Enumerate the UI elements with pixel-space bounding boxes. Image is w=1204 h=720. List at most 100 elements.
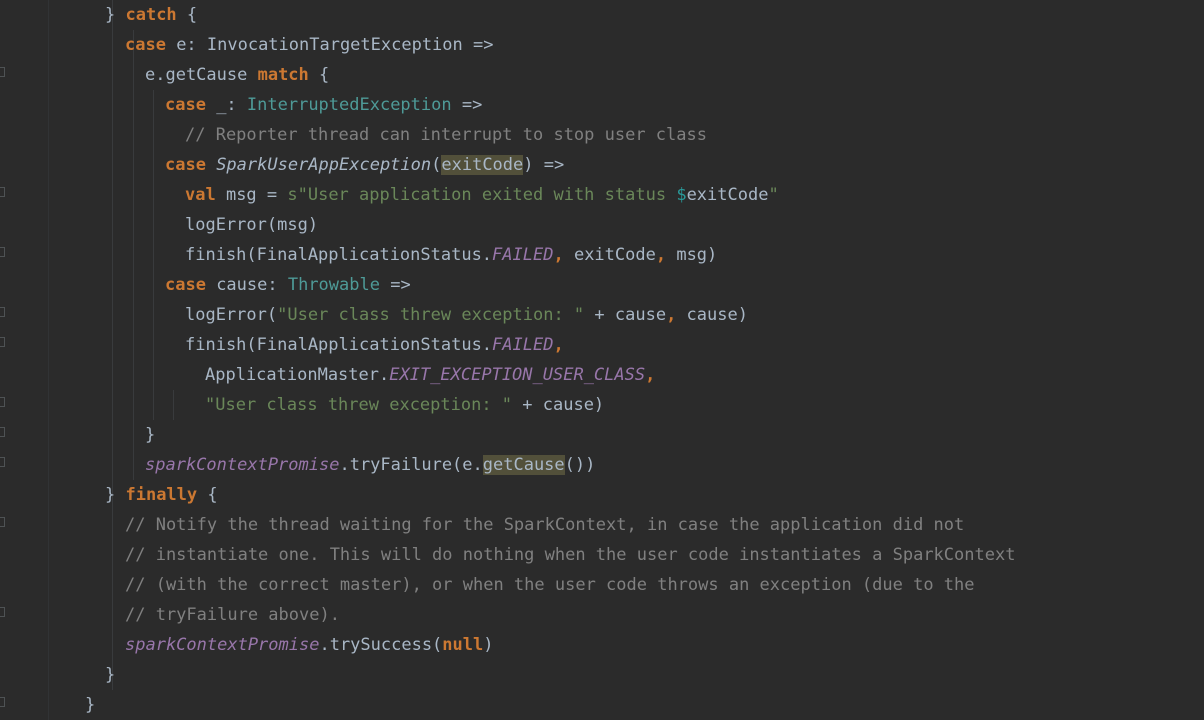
fold-marker-icon[interactable] (0, 697, 5, 707)
token-text: ApplicationMaster. (205, 365, 390, 385)
code-line[interactable]: } (145, 420, 155, 450)
editor-gutter[interactable] (0, 0, 49, 720)
token-text: ) (483, 635, 494, 655)
code-line[interactable]: // instantiate one. This will do nothing… (125, 540, 1015, 570)
fold-marker-icon[interactable] (0, 247, 5, 257)
code-line[interactable]: logError(msg) (185, 210, 318, 240)
code-line[interactable]: sparkContextPromise.tryFailure(e.getCaus… (145, 450, 595, 480)
token-string: "User class threw exception: " (205, 395, 513, 415)
fold-marker-icon[interactable] (0, 67, 5, 77)
fold-marker-icon[interactable] (0, 187, 5, 197)
code-line[interactable]: e.getCause match { (145, 60, 329, 90)
code-line[interactable]: ApplicationMaster.EXIT_EXCEPTION_USER_CL… (205, 360, 655, 390)
token-text: .trySuccess( (319, 635, 443, 655)
token-keyword: , (655, 245, 677, 265)
token-string: s"User application exited with status (287, 185, 677, 205)
token-keyword: finally (125, 485, 198, 505)
token-highlighted-usage: getCause (482, 455, 565, 475)
token-text: => (379, 275, 411, 295)
code-line[interactable]: sparkContextPromise.trySuccess(null) (125, 630, 494, 660)
code-line[interactable]: logError("User class threw exception: " … (185, 300, 748, 330)
fold-marker-icon[interactable] (0, 517, 5, 527)
code-line[interactable]: case _: InterruptedException => (165, 90, 482, 120)
token-keyword: val (185, 185, 226, 205)
token-keyword: catch (125, 5, 177, 25)
token-type-name: InterruptedException (246, 95, 452, 115)
token-text: e.getCause (145, 65, 258, 85)
token-keyword: null (442, 635, 484, 655)
token-field: FAILED (492, 245, 554, 265)
token-text: e: InvocationTargetException => (176, 35, 494, 55)
code-line[interactable]: "User class threw exception: " + cause) (205, 390, 604, 420)
indent-guide (112, 0, 113, 690)
token-keyword: , (553, 245, 574, 265)
code-line[interactable]: finish(FinalApplicationStatus.FAILED, ex… (185, 240, 717, 270)
token-text: ()) (564, 455, 596, 475)
token-text: { (197, 485, 218, 505)
token-text: logError( (185, 305, 278, 325)
token-string: " (768, 185, 779, 205)
token-string: "User class threw exception: " (277, 305, 585, 325)
token-text: } (105, 665, 116, 685)
token-keyword: case (165, 95, 217, 115)
token-comment: // Notify the thread waiting for the Spa… (125, 515, 965, 535)
token-field: FAILED (492, 335, 554, 355)
indent-guide (173, 390, 174, 420)
code-editor[interactable]: } catch {case e: InvocationTargetExcepti… (0, 0, 1204, 720)
code-line[interactable]: } finally { (105, 480, 218, 510)
token-keyword: match (257, 65, 309, 85)
token-text: finish(FinalApplicationStatus. (185, 245, 493, 265)
token-text: .tryFailure(e. (339, 455, 483, 475)
code-line[interactable]: // tryFailure above). (125, 600, 340, 630)
token-text: } (145, 425, 156, 445)
token-text: { (308, 65, 330, 85)
token-text: { (176, 5, 198, 25)
fold-marker-icon[interactable] (0, 337, 5, 347)
token-type-name: Throwable (287, 275, 380, 295)
token-text: msg = (225, 185, 288, 205)
token-text: + cause) (512, 395, 605, 415)
token-text: ( (431, 155, 442, 175)
fold-marker-icon[interactable] (0, 607, 5, 617)
token-text: _: (216, 95, 247, 115)
token-comment: // (with the correct master), or when th… (125, 575, 975, 595)
token-highlighted-usage: exitCode (441, 155, 524, 175)
token-text: exitCode (573, 245, 656, 265)
code-line[interactable]: val msg = s"User application exited with… (185, 180, 779, 210)
code-line[interactable]: case SparkUserAppException(exitCode) => (165, 150, 564, 180)
code-line[interactable]: } catch { (105, 0, 197, 30)
token-class-name: SparkUserAppException (216, 155, 432, 175)
token-text: ) => (523, 155, 565, 175)
token-keyword: , (645, 365, 656, 385)
code-line[interactable]: // Notify the thread waiting for the Spa… (125, 510, 964, 540)
token-text: finish(FinalApplicationStatus. (185, 335, 493, 355)
token-text: logError(msg) (185, 215, 319, 235)
token-text: + cause (584, 305, 667, 325)
fold-marker-icon[interactable] (0, 397, 5, 407)
code-line[interactable]: case e: InvocationTargetException => (125, 30, 493, 60)
token-text: cause) (686, 305, 748, 325)
fold-marker-icon[interactable] (0, 457, 5, 467)
code-line[interactable]: // (with the correct master), or when th… (125, 570, 975, 600)
token-field: sparkContextPromise (145, 455, 340, 475)
token-keyword: , (666, 305, 687, 325)
token-text: msg) (676, 245, 718, 265)
code-line[interactable]: finish(FinalApplicationStatus.FAILED, (185, 330, 564, 360)
code-line[interactable]: } (85, 690, 95, 720)
code-area[interactable]: } catch {case e: InvocationTargetExcepti… (49, 0, 1204, 720)
token-comment: // Reporter thread can interrupt to stop… (185, 125, 707, 145)
code-line[interactable]: } (105, 660, 115, 690)
token-text: } (85, 695, 96, 715)
token-text: } (105, 485, 126, 505)
fold-marker-icon[interactable] (0, 307, 5, 317)
token-text: => (451, 95, 483, 115)
code-line[interactable]: case cause: Throwable => (165, 270, 411, 300)
token-comment: // instantiate one. This will do nothing… (125, 545, 1016, 565)
code-line[interactable]: // Reporter thread can interrupt to stop… (185, 120, 707, 150)
token-keyword: case (165, 155, 217, 175)
token-interpolation: $ (676, 185, 687, 205)
token-field: sparkContextPromise (125, 635, 320, 655)
fold-marker-icon[interactable] (0, 427, 5, 437)
token-text: cause: (216, 275, 288, 295)
indent-guide (153, 90, 154, 420)
